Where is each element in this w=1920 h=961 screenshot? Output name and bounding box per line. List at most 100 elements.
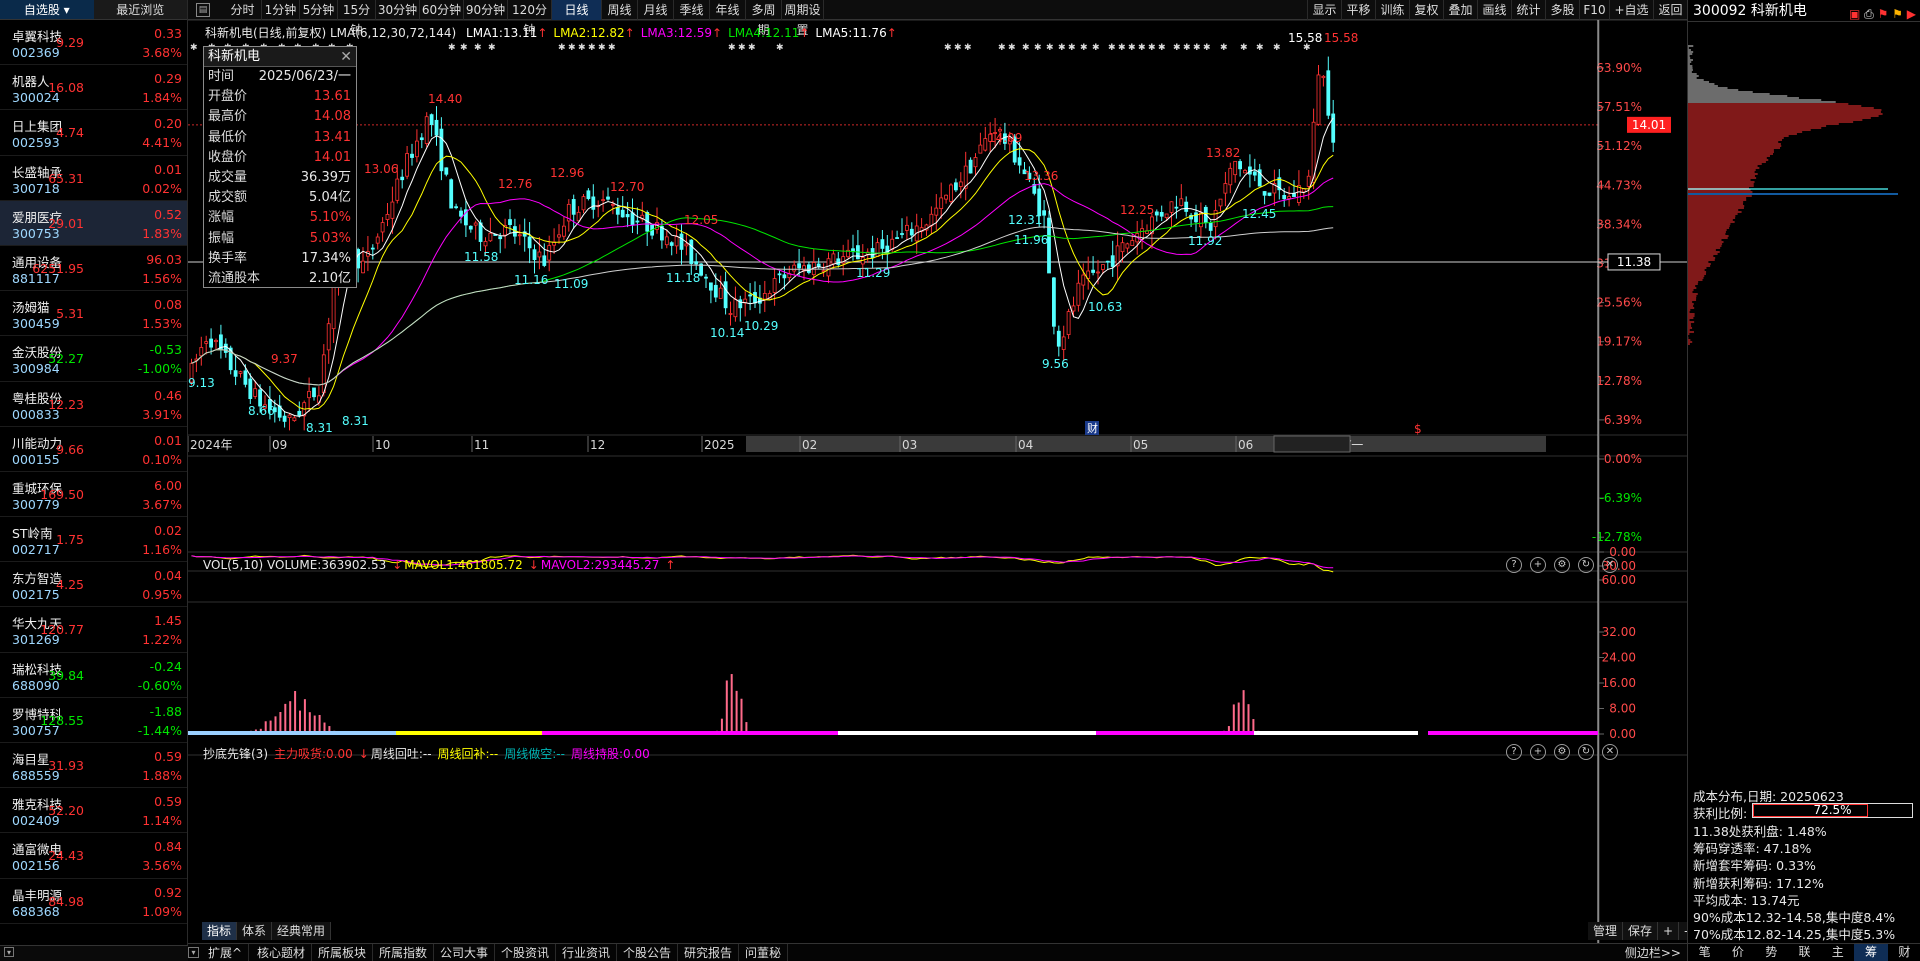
zoom-in-icon[interactable]: + [1530, 557, 1546, 573]
watchlist-row[interactable]: ST岭南 002717 1.75 0.02 1.16% [0, 517, 187, 563]
period-7[interactable]: 120分钟 [508, 0, 552, 37]
tool-9[interactable]: +自选 [1609, 0, 1653, 20]
tab-watchlist[interactable]: 自选股 ▾ [0, 0, 94, 19]
watchlist-row[interactable]: 卓翼科技 002369 9.29 0.33 3.68% [0, 20, 187, 66]
period-14[interactable]: 周期设置 [782, 0, 824, 37]
watchlist-row[interactable]: 通富微电 002156 24.43 0.84 3.56% [0, 833, 187, 879]
candle-body [1184, 201, 1189, 212]
infobox-row: 振幅 5.03% [204, 229, 356, 249]
finance-event-mark[interactable]: 财 [1085, 421, 1099, 435]
watchlist-row[interactable]: 东方智造 002175 4.25 0.04 0.95% [0, 562, 187, 608]
watchlist-row[interactable]: 金沃股份 300984 52.27 -0.53 -1.00% [0, 336, 187, 382]
period-9[interactable]: 周线 [602, 0, 638, 20]
watchlist-row[interactable]: 重城环保 300779 169.50 6.00 3.67% [0, 472, 187, 518]
add-indicator-button[interactable]: + [1658, 922, 1680, 940]
close-icon[interactable]: ✕ [1602, 744, 1618, 760]
period-13[interactable]: 多周期 [746, 0, 782, 37]
tab-indicator[interactable]: 指标 [202, 922, 238, 940]
candle-body [370, 247, 375, 250]
period-8[interactable]: 日线 [552, 0, 602, 20]
tab-system[interactable]: 体系 [237, 922, 273, 940]
help-icon[interactable]: ? [1506, 557, 1522, 573]
watchlist-row[interactable]: 机器人 300024 16.08 0.29 1.84% [0, 65, 187, 111]
watchlist-row[interactable]: 通用设备 881117 6251.95 96.03 1.56% [0, 246, 187, 292]
star-mark: ✱ [474, 43, 482, 53]
watchlist-row[interactable]: 粤桂股份 000833 12.23 0.46 3.91% [0, 382, 187, 427]
watchlist-row[interactable]: 瑞松科技 688090 39.84 -0.24 -0.60% [0, 653, 187, 698]
bottom-tab-2[interactable]: 所属板块 [312, 944, 374, 961]
period-4[interactable]: 30分钟 [376, 0, 420, 20]
watchlist-row[interactable]: 爱朋医疗 300753 29.01 0.52 1.83% [0, 200, 187, 246]
period-1[interactable]: 1分钟 [262, 0, 300, 20]
watchlist-row[interactable]: 罗博特科 300757 128.55 -1.88 -1.44% [0, 698, 187, 743]
tab-recent[interactable]: 最近浏览 [93, 0, 187, 19]
bottom-tab-7[interactable]: 个股公告 [617, 944, 679, 961]
stock-change-pct: 1.16% [142, 542, 182, 558]
tab-classic[interactable]: 经典常用 [272, 922, 332, 940]
candle-body [297, 410, 302, 416]
watchlist-row[interactable]: 海目星 688559 31.93 0.59 1.88% [0, 743, 187, 789]
watchlist-row[interactable]: 川能动力 000155 9.66 0.01 0.10% [0, 427, 187, 472]
sidebar-toggle-button[interactable]: 侧边栏>> [1625, 944, 1681, 961]
watchlist-row[interactable]: 日上集团 002593 4.74 0.20 4.41% [0, 110, 187, 156]
help-icon[interactable]: ? [1506, 744, 1522, 760]
refresh-icon[interactable]: ↻ [1578, 557, 1594, 573]
bottom-tab-3[interactable]: 所属指数 [373, 944, 435, 961]
toolbar-menu-icon[interactable]: ▤ [196, 3, 210, 17]
watchlist-row[interactable]: 长盛轴承 300718 65.31 0.01 0.02% [0, 156, 187, 201]
period-3[interactable]: 15分钟 [338, 0, 376, 37]
collapse-icon[interactable]: ▾ [188, 947, 199, 958]
settings-icon[interactable]: ⚙ [1554, 744, 1570, 760]
watchlist-row[interactable]: 华大九天 301269 120.77 1.45 1.22% [0, 607, 187, 653]
bottom-tab-9[interactable]: 问董秘 [739, 944, 789, 961]
close-icon[interactable]: ✕ [1602, 557, 1618, 573]
bottom-tab-8[interactable]: 研究报告 [678, 944, 740, 961]
tab-6[interactable]: 财 [1888, 944, 1920, 961]
zoom-in-icon[interactable]: + [1530, 744, 1546, 760]
bottom-tab-4[interactable]: 公司大事 [434, 944, 496, 961]
tool-5[interactable]: 画线 [1477, 0, 1511, 20]
bottom-tab-5[interactable]: 个股资讯 [495, 944, 557, 961]
tab-5[interactable]: 筹 [1854, 944, 1888, 961]
candle-body [449, 179, 454, 209]
kline-chart[interactable]: 63.90%57.51%51.12%44.73%38.34%31.95%25.5… [188, 20, 1687, 943]
candle-body [488, 232, 493, 242]
period-0[interactable]: 分时 [224, 0, 262, 20]
tool-1[interactable]: 平移 [1341, 0, 1375, 20]
tool-0[interactable]: 显示 [1307, 0, 1341, 20]
indicator-bar [299, 710, 301, 734]
tool-6[interactable]: 统计 [1511, 0, 1545, 20]
tool-10[interactable]: 返回 [1653, 0, 1687, 20]
tab-4[interactable]: 主 [1821, 944, 1854, 961]
save-button[interactable]: 保存 [1623, 922, 1659, 940]
tool-2[interactable]: 训练 [1375, 0, 1409, 20]
tool-8[interactable]: F10 [1579, 0, 1609, 20]
watchlist-row[interactable]: 汤姆猫 300459 5.31 0.08 1.53% [0, 291, 187, 337]
refresh-icon[interactable]: ↻ [1578, 744, 1594, 760]
period-5[interactable]: 60分钟 [420, 0, 464, 20]
tool-4[interactable]: 叠加 [1443, 0, 1477, 20]
watchlist-row[interactable]: 雅克科技 002409 52.20 0.59 1.14% [0, 788, 187, 834]
period-10[interactable]: 月线 [638, 0, 674, 20]
bottom-tab-1[interactable]: 核心题材 [251, 944, 313, 961]
tab-2[interactable]: 势 [1755, 944, 1788, 961]
tab-1[interactable]: 价 [1721, 944, 1754, 961]
tab-0[interactable]: 笔 [1688, 944, 1721, 961]
tool-3[interactable]: 复权 [1409, 0, 1443, 20]
watchlist-row[interactable]: 晶丰明源 688368 84.98 0.92 1.09% [0, 879, 187, 924]
dividend-event-mark[interactable]: $ [1414, 422, 1422, 436]
star-mark: ✱ [1046, 43, 1054, 53]
manage-button[interactable]: 管理 [1588, 922, 1624, 940]
period-6[interactable]: 90分钟 [464, 0, 508, 20]
settings-icon[interactable]: ⚙ [1554, 557, 1570, 573]
expand-down-icon[interactable]: ▾ [4, 947, 14, 957]
bottom-tab-6[interactable]: 行业资讯 [556, 944, 618, 961]
bottom-tab-0[interactable]: 扩展^ [202, 944, 250, 961]
indicator-axis-label: 16.00 [1602, 676, 1636, 690]
period-11[interactable]: 季线 [674, 0, 710, 20]
tool-7[interactable]: 多股 [1545, 0, 1579, 20]
tab-3[interactable]: 联 [1788, 944, 1821, 961]
close-icon[interactable]: ✕ [340, 47, 352, 67]
period-2[interactable]: 5分钟 [300, 0, 338, 20]
period-12[interactable]: 年线 [710, 0, 746, 20]
